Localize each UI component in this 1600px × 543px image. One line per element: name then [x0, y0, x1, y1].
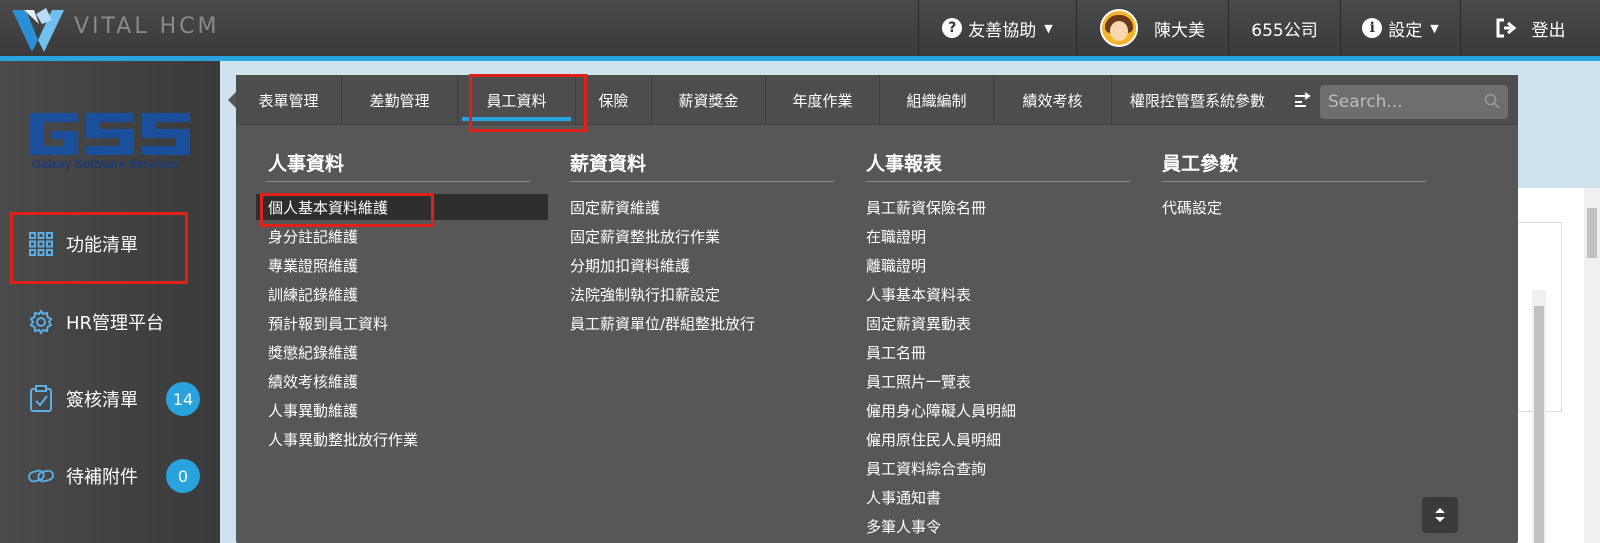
menu-item[interactable]: 員工名冊: [866, 342, 926, 363]
column-title-personnel: 人事資料: [268, 153, 345, 175]
menu-item[interactable]: 僱用原住民人員明細: [866, 429, 1001, 450]
top-bar: VITAL HCM ? 友善協助 ▼ 陳大美 655公司 i 設定 ▼ 登出: [0, 0, 1600, 56]
tab-permissions[interactable]: 權限控管暨系統參數: [1112, 75, 1292, 125]
column-divider: [570, 181, 834, 182]
menu-item[interactable]: 人事通知書: [866, 487, 941, 508]
page-scrollbar[interactable]: [1584, 188, 1600, 543]
logout-label: 登出: [1531, 20, 1566, 41]
scroll-toggle-button[interactable]: [1422, 497, 1458, 533]
menu-item[interactable]: 人事異動整批放行作業: [268, 429, 418, 450]
sidebar-item-label: 簽核清單: [66, 390, 138, 411]
user-name: 陳大美: [1154, 20, 1205, 41]
tab-annual-operations[interactable]: 年度作業: [766, 75, 880, 125]
company-selector[interactable]: 655公司: [1228, 0, 1340, 56]
menu-item[interactable]: 法院強制執行扣薪設定: [570, 284, 720, 305]
menu-item[interactable]: 訓練記錄維護: [268, 284, 358, 305]
sidebar-item-label: 待補附件: [66, 467, 138, 488]
gear-icon: [28, 309, 54, 335]
swap-icon[interactable]: [1294, 92, 1316, 108]
menu-search-input[interactable]: [1320, 85, 1508, 119]
menu-item[interactable]: 員工薪資保險名冊: [866, 197, 986, 218]
settings-menu[interactable]: i 設定 ▼: [1340, 0, 1460, 56]
menu-item[interactable]: 專業證照維護: [268, 255, 358, 276]
menu-item[interactable]: 員工照片一覽表: [866, 371, 971, 392]
user-profile[interactable]: 陳大美: [1076, 0, 1228, 56]
help-menu[interactable]: ? 友善協助 ▼: [918, 0, 1076, 56]
sidebar-item-label: HR管理平台: [66, 313, 165, 334]
info-icon: i: [1362, 18, 1383, 38]
link-icon: [28, 463, 54, 489]
highlight-box-menu-item: [260, 193, 434, 227]
column-divider: [1162, 181, 1426, 182]
logout-icon: [1496, 18, 1516, 38]
approval-count-badge: 14: [166, 382, 200, 416]
vital-logo-icon[interactable]: [8, 4, 66, 54]
column-title-payroll: 薪資資料: [570, 153, 647, 175]
sidebar-item-approval-list[interactable]: 簽核清單 14: [0, 369, 220, 429]
gss-tagline: Galaxy Software Services: [32, 157, 179, 171]
menu-item[interactable]: 離職證明: [866, 255, 926, 276]
tab-attendance[interactable]: 差勤管理: [342, 75, 458, 125]
menu-item[interactable]: 多筆人事令: [866, 516, 941, 537]
menu-item[interactable]: 員工資料綜合查詢: [866, 458, 986, 479]
question-icon: ?: [942, 18, 963, 38]
menu-item[interactable]: 績效考核維護: [268, 371, 358, 392]
tab-payroll[interactable]: 薪資獎金: [652, 75, 766, 125]
menu-item[interactable]: 僱用身心障礙人員明細: [866, 400, 1016, 421]
company-name: 655公司: [1251, 20, 1318, 41]
menu-item-code-settings[interactable]: 代碼設定: [1162, 197, 1222, 218]
sidebar-item-hr-platform[interactable]: HR管理平台: [0, 292, 220, 352]
brand-name: VITAL HCM: [74, 14, 220, 39]
inner-scrollbar[interactable]: [1532, 290, 1546, 543]
menu-item[interactable]: 人事異動維護: [268, 400, 358, 421]
menu-item[interactable]: 人事基本資料表: [866, 284, 971, 305]
caret-down-icon: ▼: [1430, 21, 1439, 35]
menu-tab-bar: 表單管理 差勤管理 員工資料 保險 薪資獎金 年度作業 組織編制 績效考核 權限…: [236, 75, 1518, 125]
menu-item[interactable]: 獎懲紀錄維護: [268, 342, 358, 363]
menu-item[interactable]: 員工薪資單位/群組整批放行: [570, 313, 755, 334]
tab-insurance[interactable]: 保險: [576, 75, 652, 125]
highlight-box-sidebar: [10, 212, 188, 284]
search-icon[interactable]: [1484, 93, 1500, 109]
tab-organization[interactable]: 組織編制: [880, 75, 994, 125]
column-divider: [266, 181, 530, 182]
avatar: [1100, 9, 1138, 47]
menu-item[interactable]: 預計報到員工資料: [268, 313, 388, 334]
menu-item[interactable]: 固定薪資異動表: [866, 313, 971, 334]
column-divider: [866, 181, 1130, 182]
menu-item[interactable]: 固定薪資整批放行作業: [570, 226, 720, 247]
attachment-count-badge: 0: [166, 459, 200, 493]
sort-updown-icon: [1435, 508, 1445, 522]
column-title-employee-params: 員工參數: [1162, 153, 1239, 175]
panel-pointer: [228, 92, 236, 108]
menu-item[interactable]: 身分註記維護: [268, 226, 358, 247]
top-accent-bar: [0, 56, 1600, 61]
caret-down-icon: ▼: [1044, 21, 1053, 35]
menu-item[interactable]: 分期加扣資料維護: [570, 255, 690, 276]
tab-performance[interactable]: 績效考核: [994, 75, 1112, 125]
mega-menu-panel: 表單管理 差勤管理 員工資料 保險 薪資獎金 年度作業 組織編制 績效考核 權限…: [236, 75, 1518, 543]
menu-item[interactable]: 固定薪資維護: [570, 197, 660, 218]
sidebar: Galaxy Software Services 功能清單 HR管理平台 簽核清…: [0, 61, 220, 543]
sidebar-item-pending-attachments[interactable]: 待補附件 0: [0, 446, 220, 506]
column-title-reports: 人事報表: [866, 153, 943, 175]
menu-item[interactable]: 在職證明: [866, 226, 926, 247]
help-label: 友善協助: [968, 20, 1037, 41]
settings-label: 設定: [1388, 20, 1423, 41]
highlight-box-tab: [469, 74, 587, 132]
clipboard-check-icon: [28, 385, 54, 412]
tab-form-management[interactable]: 表單管理: [236, 75, 342, 125]
logout-button[interactable]: 登出: [1460, 0, 1600, 56]
